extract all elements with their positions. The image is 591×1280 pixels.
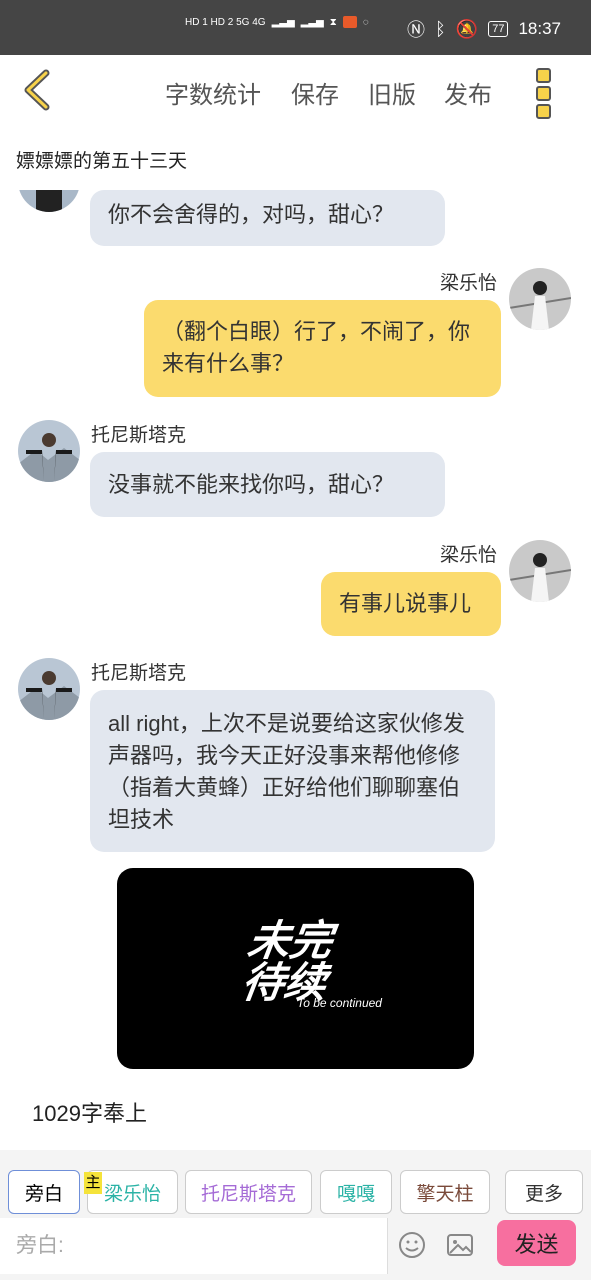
sender-name: 梁乐怡 <box>440 273 498 294</box>
network-indicators: HD 1 HD 2 5G 4G ▂▃▅ ▂▃▅ ⧗ ◌ <box>185 16 369 28</box>
avatar-tony[interactable] <box>18 420 80 482</box>
bottom-panel: 旁白 梁乐怡 主 托尼斯塔克 嘎嘎 擎天柱 更多 旁白: 发送 <box>0 1150 591 1280</box>
message-bubble[interactable]: all right，上次不是说要给这家伙修发声器吗，我今天正好没事来帮他修修（指… <box>90 690 495 852</box>
top-toolbar: 字数统计 保存 旧版 发布 <box>0 55 591 125</box>
page-title: 嫖嫖嫖的第五十三天 <box>16 151 188 172</box>
clock: 18:37 <box>518 19 561 38</box>
end-note[interactable]: 1029字奉上 <box>32 1096 147 1128</box>
back-button[interactable] <box>20 69 60 111</box>
message-bubble[interactable]: （翻个白眼）行了，不闹了，你来有什么事？ <box>144 300 501 397</box>
avatar-tony[interactable] <box>18 658 80 720</box>
mute-bell-icon: 🔕 <box>455 18 479 39</box>
menu-dot-icon <box>536 68 551 83</box>
chip-label: 梁乐怡 <box>103 1183 161 1205</box>
avatar-tony[interactable] <box>18 190 80 212</box>
publish-button[interactable]: 发布 <box>444 75 492 110</box>
more-menu-button[interactable] <box>536 68 554 119</box>
chip-optimus[interactable]: 擎天柱 <box>400 1170 490 1214</box>
avatar-lianglexi[interactable] <box>509 268 571 330</box>
chip-narration[interactable]: 旁白 <box>8 1170 80 1214</box>
chip-more[interactable]: 更多 <box>505 1170 583 1214</box>
signal-icon-2: ▂▃▅ <box>300 16 324 28</box>
main-role-badge: 主 <box>84 1172 102 1194</box>
sender-name: 梁乐怡 <box>440 545 498 566</box>
message-bubble[interactable]: 有事儿说事儿 <box>321 572 501 636</box>
old-version-button[interactable]: 旧版 <box>368 75 416 110</box>
loading-icon: ◌ <box>362 16 369 28</box>
menu-dot-icon <box>536 104 551 119</box>
to-be-continued-image[interactable]: 未完待续 To be continued <box>117 868 474 1069</box>
chevron-left-icon <box>24 69 50 111</box>
image-icon[interactable] <box>445 1230 475 1260</box>
save-button[interactable]: 保存 <box>291 75 339 110</box>
battery-icon: 77 <box>488 21 509 37</box>
menu-dot-icon <box>536 86 551 101</box>
app-notification-icon <box>342 16 357 28</box>
emoji-icon[interactable] <box>397 1230 427 1260</box>
word-count-button[interactable]: 字数统计 <box>165 75 261 110</box>
tbc-cn-text: 未完待续 <box>238 917 336 1006</box>
status-bar: HD 1 HD 2 5G 4G ▂▃▅ ▂▃▅ ⧗ ◌ Ⓝ ᛒ 🔕 77 18:… <box>0 0 591 55</box>
message-input[interactable]: 旁白: <box>0 1218 388 1274</box>
signal-icon: ▂▃▅ <box>271 16 295 28</box>
chat-area[interactable]: 你不会舍得的，对吗，甜心？ 梁乐怡 （翻个白眼）行了，不闹了，你来有什么事？ 托… <box>0 190 591 1150</box>
send-button[interactable]: 发送 <box>497 1220 576 1266</box>
message-bubble[interactable]: 没事就不能来找你吗，甜心？ <box>90 452 445 517</box>
bluetooth-icon: ᛒ <box>434 18 446 39</box>
hourglass-icon: ⧗ <box>329 16 337 28</box>
sender-name: 托尼斯塔克 <box>91 663 187 684</box>
avatar-lianglexi[interactable] <box>509 540 571 602</box>
chip-gaga[interactable]: 嘎嘎 <box>320 1170 392 1214</box>
sender-name: 托尼斯塔克 <box>91 425 187 446</box>
status-right: Ⓝ ᛒ 🔕 77 18:37 <box>407 16 561 42</box>
nfc-icon: Ⓝ <box>406 20 425 40</box>
message-bubble[interactable]: 你不会舍得的，对吗，甜心？ <box>90 190 445 246</box>
network-text: HD 1 HD 2 5G 4G <box>185 16 266 28</box>
tbc-en-text: To be continued <box>297 996 382 1010</box>
chip-tony[interactable]: 托尼斯塔克 <box>185 1170 312 1214</box>
